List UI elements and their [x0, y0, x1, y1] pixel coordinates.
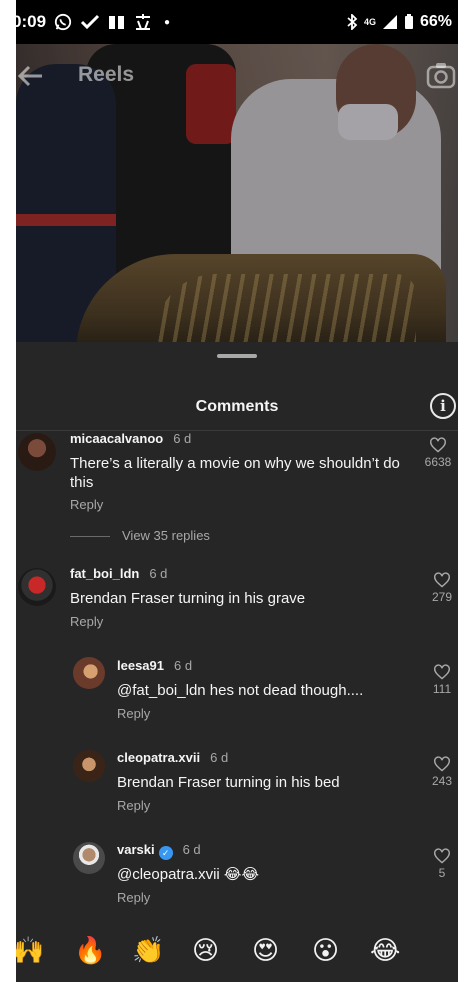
comment-username-text[interactable]: micaacalvanoo	[70, 431, 163, 446]
emoji-quick-bar: 🙌 🔥 👏 😢 😍 😮 😂	[16, 928, 458, 972]
reply-button[interactable]: Reply	[70, 497, 103, 512]
like-button[interactable]: 279	[422, 572, 458, 604]
book-icon	[109, 16, 125, 29]
reply-username-text[interactable]: leesa91	[117, 658, 164, 673]
reply-username-text[interactable]: cleopatra.xvii	[117, 750, 200, 765]
reply-button[interactable]: Reply	[117, 798, 150, 813]
comment-text: Brendan Fraser turning in his grave	[70, 590, 306, 607]
video-dim-overlay	[16, 44, 458, 342]
view-replies-button[interactable]: View 35 replies	[70, 528, 210, 543]
reply-username[interactable]: leesa91 6 d	[117, 658, 192, 673]
reply-username-text[interactable]: varski	[117, 842, 155, 857]
avatar[interactable]	[18, 568, 56, 606]
reply-text: @fat_boi_ldn hes not dead though....	[117, 682, 364, 699]
check-icon	[80, 14, 100, 30]
heart-icon	[434, 664, 450, 680]
reply-button[interactable]: Reply	[117, 890, 150, 905]
view-replies-label[interactable]: View 35 replies	[122, 528, 210, 543]
emoji-heart-eyes[interactable]: 😍	[252, 928, 279, 972]
emoji-crying[interactable]: 😢	[192, 928, 219, 972]
more-notifications-dot: ●	[164, 16, 171, 28]
comment-text: There’s a literally a movie on why we sh…	[70, 455, 400, 491]
like-button[interactable]: 111	[422, 664, 458, 696]
reply-text: @cleopatra.xvii 😂😂	[117, 866, 259, 883]
status-time: 0:09	[16, 12, 47, 31]
comment-username[interactable]: micaacalvanoo 6 d	[70, 431, 191, 446]
sheet-title: Comments	[195, 398, 279, 415]
news-icon	[136, 14, 151, 30]
emoji-laughing[interactable]: 😂	[370, 928, 400, 972]
avatar[interactable]	[73, 750, 105, 782]
battery-icon	[404, 14, 413, 29]
heart-icon	[430, 437, 446, 453]
like-count: 5	[438, 866, 446, 880]
emoji-surprised[interactable]: 😮	[312, 928, 339, 972]
like-button[interactable]: 6638	[418, 437, 458, 469]
reply-age: 6 d	[174, 658, 193, 673]
notification-icons: ●	[54, 13, 170, 31]
verified-badge-icon: ✓	[158, 846, 173, 860]
like-count: 243	[431, 774, 453, 788]
reply-username[interactable]: varski ✓ 6 d	[117, 842, 201, 860]
reply-button[interactable]: Reply	[70, 614, 103, 629]
info-icon[interactable]: i	[430, 393, 456, 419]
reply-text: Brendan Fraser turning in his bed	[117, 774, 340, 791]
heart-icon	[434, 572, 450, 588]
status-bar: 0:09 ● 4G 66%	[16, 0, 458, 44]
like-count: 111	[432, 682, 452, 696]
signal-icon	[382, 15, 397, 29]
reel-video[interactable]: Reels	[16, 44, 458, 342]
bluetooth-icon	[347, 14, 358, 30]
comment-username-text[interactable]: fat_boi_ldn	[70, 566, 139, 581]
avatar[interactable]	[73, 842, 105, 874]
like-button[interactable]: 5	[422, 848, 458, 880]
comment-username[interactable]: fat_boi_ldn 6 d	[70, 566, 167, 581]
reply-age: 6 d	[210, 750, 229, 765]
reply-username[interactable]: cleopatra.xvii 6 d	[117, 750, 228, 765]
view-replies-line	[70, 536, 110, 538]
sheet-drag-handle[interactable]	[217, 354, 257, 358]
emoji-clapping[interactable]: 👏	[132, 928, 164, 972]
like-count: 279	[431, 590, 453, 604]
emoji-raised-hands[interactable]: 🙌	[16, 928, 44, 972]
avatar[interactable]	[18, 433, 56, 471]
page-title: Reels	[78, 63, 135, 86]
reply-age: 6 d	[182, 842, 201, 857]
emoji-fire[interactable]: 🔥	[74, 928, 106, 972]
back-arrow-icon[interactable]	[16, 62, 44, 90]
battery-percent: 66%	[419, 13, 452, 30]
phone-screen: 0:09 ● 4G 66% Reels Comments i micaacalv…	[16, 0, 458, 982]
like-button[interactable]: 243	[422, 756, 458, 788]
reply-button[interactable]: Reply	[117, 706, 150, 721]
comment-age: 6 d	[173, 431, 192, 446]
like-count: 6638	[424, 455, 452, 469]
avatar[interactable]	[73, 657, 105, 689]
network-type: 4G	[363, 16, 376, 27]
comment-age: 6 d	[149, 566, 168, 581]
heart-icon	[434, 756, 450, 772]
whatsapp-icon	[54, 13, 72, 31]
heart-icon	[434, 848, 450, 864]
status-right: 4G 66%	[346, 13, 452, 31]
camera-icon[interactable]	[426, 61, 456, 89]
